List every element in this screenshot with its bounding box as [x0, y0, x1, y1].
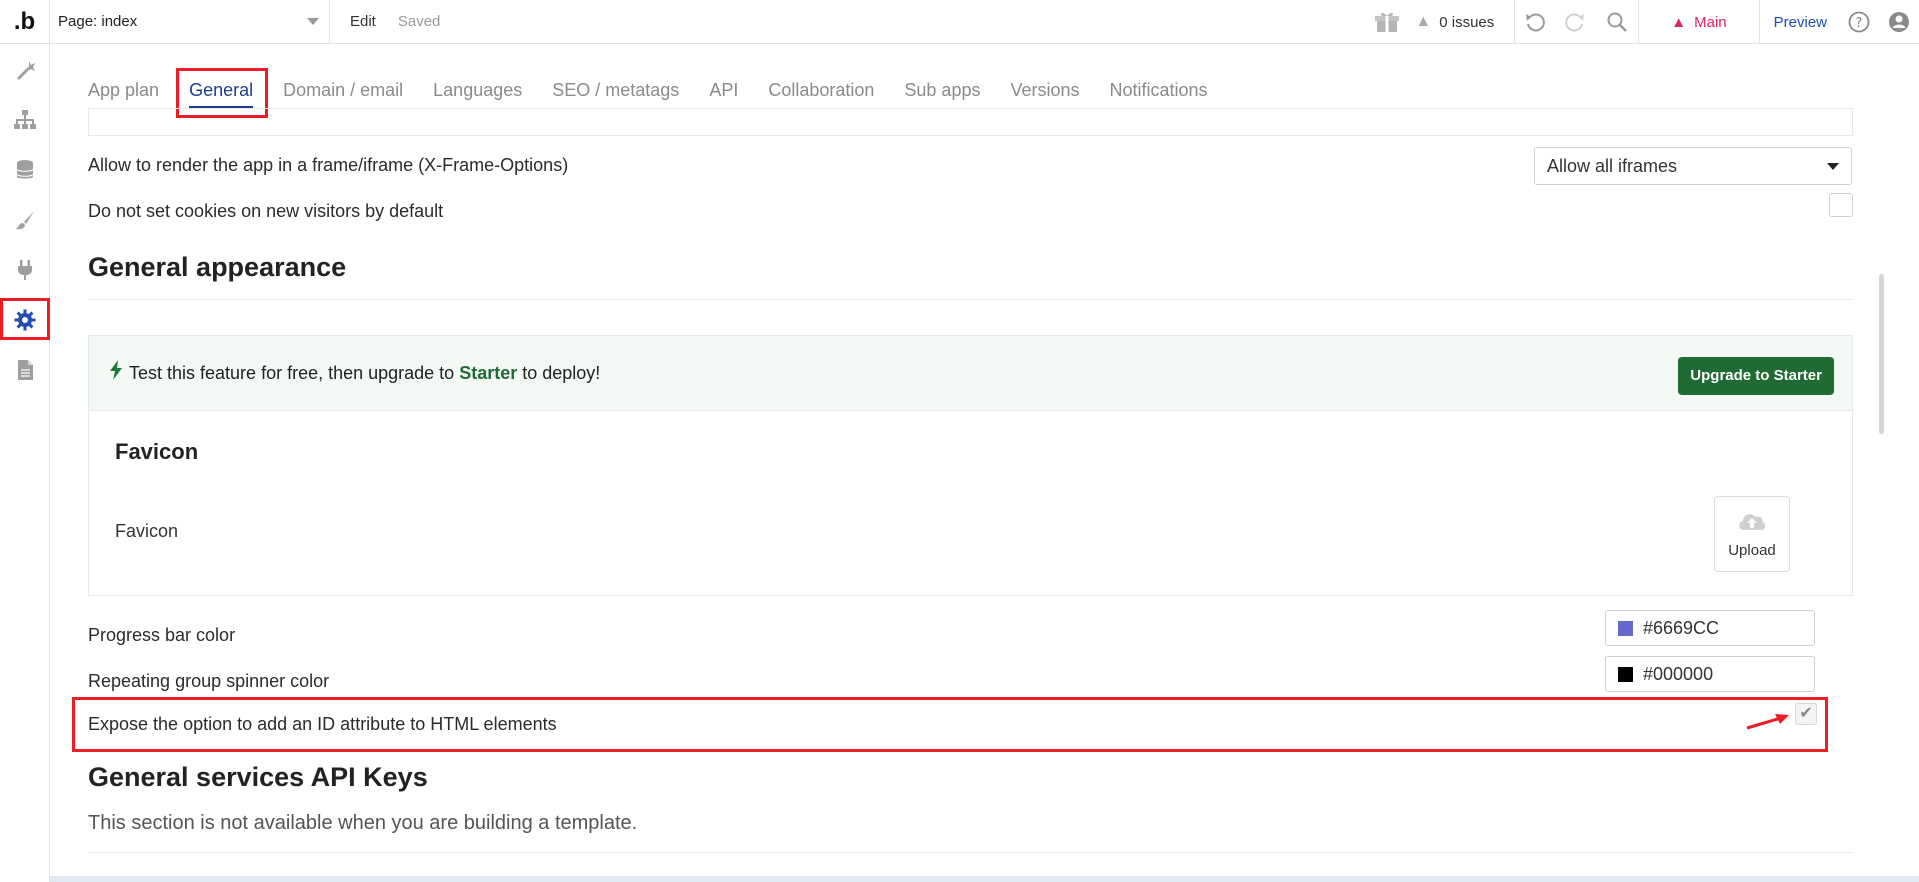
- favicon-card: Favicon Favicon Upload: [88, 411, 1853, 596]
- workflow-icon[interactable]: [0, 100, 50, 140]
- saved-status: Saved: [397, 13, 441, 30]
- expose-id-highlight: [72, 697, 1828, 752]
- chevron-down-icon: [307, 17, 319, 25]
- tab-domain-email[interactable]: Domain / email: [283, 72, 403, 108]
- plugins-icon[interactable]: [0, 250, 50, 290]
- api-keys-unavailable-note: This section is not available when you a…: [88, 812, 638, 834]
- upload-label: Upload: [1728, 542, 1776, 559]
- iframe-setting-label: Allow to render the app in a frame/ifram…: [88, 155, 569, 175]
- previous-section-bottom: [88, 108, 1853, 136]
- upgrade-banner: Test this feature for free, then upgrade…: [88, 335, 1853, 411]
- undo-icon[interactable]: [1515, 0, 1555, 44]
- progress-bar-color-label: Progress bar color: [88, 625, 236, 645]
- tab-sub-apps[interactable]: Sub apps: [904, 72, 980, 108]
- gift-icon[interactable]: [1367, 0, 1407, 44]
- progress-color-value: #6669CC: [1643, 617, 1720, 638]
- section-divider: [88, 852, 1853, 853]
- lightning-bolt-icon: [109, 360, 123, 386]
- issues-count: 0 issues: [1439, 13, 1495, 31]
- general-appearance-title: General appearance: [88, 252, 347, 282]
- warning-icon: ▲: [1671, 13, 1687, 31]
- chevron-down-icon: [1827, 163, 1839, 170]
- issues-indicator[interactable]: ▲ 0 issues: [1407, 0, 1516, 44]
- tab-seo-metatags[interactable]: SEO / metatags: [552, 72, 679, 108]
- cloud-upload-icon: [1737, 509, 1767, 536]
- branch-label: Main: [1694, 13, 1727, 31]
- banner-plan-name: Starter: [459, 362, 518, 383]
- styles-brush-icon[interactable]: [0, 200, 50, 240]
- search-icon[interactable]: [1595, 0, 1640, 44]
- tab-api[interactable]: API: [709, 72, 738, 108]
- logs-document-icon[interactable]: [0, 350, 50, 390]
- upgrade-banner-text: Test this feature for free, then upgrade…: [109, 360, 600, 386]
- page-selector-label: Page: index: [58, 13, 138, 30]
- top-bar: .b Page: index Edit Saved ▲ 0 issues ▲ M…: [0, 0, 1919, 44]
- page-selector[interactable]: Page: index: [50, 0, 330, 44]
- tab-languages[interactable]: Languages: [433, 72, 522, 108]
- iframe-dropdown-value: Allow all iframes: [1547, 156, 1678, 176]
- favicon-label: Favicon: [115, 521, 179, 541]
- spinner-color-swatch: [1618, 666, 1633, 682]
- vertical-scrollbar[interactable]: [1879, 274, 1884, 434]
- cookies-checkbox[interactable]: [1829, 193, 1853, 217]
- spinner-color-label: Repeating group spinner color: [88, 671, 330, 691]
- redo-icon[interactable]: [1555, 0, 1595, 44]
- progress-color-swatch: [1618, 620, 1633, 636]
- warning-icon: ▲: [1415, 13, 1432, 30]
- favicon-upload-button[interactable]: Upload: [1714, 496, 1790, 572]
- svg-text:?: ?: [1856, 16, 1863, 31]
- bottom-status-bar: [50, 876, 1919, 882]
- iframe-dropdown[interactable]: Allow all iframes: [1534, 147, 1852, 185]
- bubble-logo[interactable]: .b: [0, 0, 50, 44]
- help-icon[interactable]: ?: [1839, 0, 1879, 44]
- spinner-color-input[interactable]: #000000: [1605, 656, 1815, 692]
- edit-menu[interactable]: Edit: [350, 13, 376, 30]
- banner-suffix: to deploy!: [522, 362, 601, 383]
- design-tool-icon[interactable]: [0, 50, 50, 90]
- left-sidebar: [0, 44, 50, 882]
- settings-highlight: [0, 298, 50, 340]
- top-bar-right: ▲ 0 issues ▲ Main Preview ?: [1367, 0, 1919, 44]
- favicon-title: Favicon: [115, 439, 199, 464]
- preview-button[interactable]: Preview: [1760, 0, 1839, 44]
- api-keys-title: General services API Keys: [88, 762, 428, 792]
- spinner-color-value: #000000: [1643, 663, 1714, 684]
- app-root: .b Page: index Edit Saved ▲ 0 issues ▲ M…: [0, 0, 1919, 882]
- user-account-icon[interactable]: [1879, 0, 1919, 44]
- tab-versions[interactable]: Versions: [1010, 72, 1079, 108]
- database-icon[interactable]: [0, 150, 50, 190]
- tab-app-plan[interactable]: App plan: [88, 72, 159, 108]
- cookies-setting-label: Do not set cookies on new visitors by de…: [88, 201, 444, 221]
- progress-bar-color-input[interactable]: #6669CC: [1605, 610, 1815, 646]
- section-divider: [88, 299, 1853, 300]
- upgrade-to-starter-button[interactable]: Upgrade to Starter: [1678, 357, 1834, 395]
- tab-collaboration[interactable]: Collaboration: [768, 72, 874, 108]
- tab-notifications[interactable]: Notifications: [1110, 72, 1208, 108]
- branch-main[interactable]: ▲ Main: [1639, 0, 1760, 44]
- banner-prefix: Test this feature for free, then upgrade…: [129, 362, 455, 383]
